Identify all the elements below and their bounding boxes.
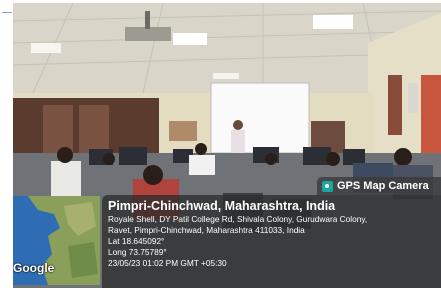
gps-map-camera-tag: GPS Map Camera	[317, 177, 441, 195]
projector	[125, 27, 171, 41]
notice-board	[169, 121, 197, 141]
ceiling-light	[213, 73, 239, 79]
address-line-1: Royale Shell, DY Patil College Rd, Shiva…	[108, 214, 368, 224]
ceiling-light	[31, 43, 61, 53]
google-map-label: Google	[13, 261, 55, 275]
margin-tick-line	[2, 12, 12, 13]
student	[189, 155, 215, 175]
photo-frame: Google GPS Map Camera Pimpri-Chinchwad, …	[13, 3, 441, 288]
ceiling-light	[173, 33, 207, 45]
address-line-2: Ravet, Pimpri-Chinchwad, Maharashtra 411…	[108, 225, 305, 235]
city-title: Pimpri-Chinchwad, Maharashtra, India	[108, 199, 336, 213]
student	[51, 161, 81, 197]
location-info-panel: Pimpri-Chinchwad, Maharashtra, India Roy…	[102, 195, 441, 288]
timestamp: 23/05/23 01:02 PM GMT +05:30	[108, 258, 227, 268]
ceiling-light	[313, 15, 353, 29]
instructor	[231, 130, 245, 154]
latitude: Lat 18.645092°	[108, 236, 165, 246]
left-margin-strip	[0, 0, 13, 292]
projection-screen	[210, 82, 310, 154]
longitude: Long 73.75789°	[108, 247, 167, 257]
gps-tag-label: GPS Map Camera	[337, 180, 429, 192]
camera-pin-icon	[322, 180, 333, 192]
